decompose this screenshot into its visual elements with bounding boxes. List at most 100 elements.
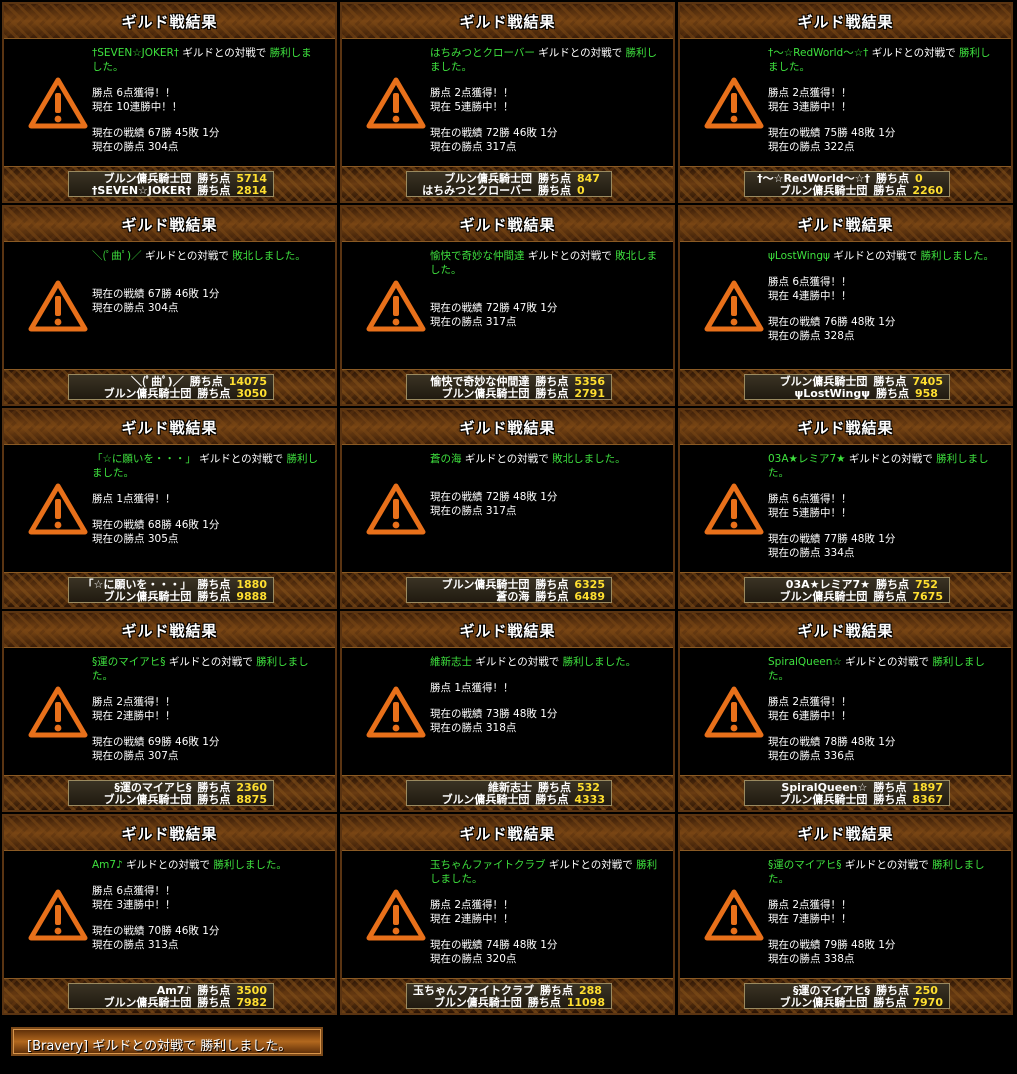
guild-name: ブルン傭兵騎士団 <box>779 590 868 603</box>
panel-header: ギルド戦結果 <box>4 816 335 851</box>
win-streak: 現在 2連勝中！！ <box>430 913 514 925</box>
opponent-guild-name: はちみつとクローバー <box>430 47 535 59</box>
warning-icon <box>704 686 764 738</box>
score-value: 9888 <box>236 590 267 603</box>
score-row-2: ブルン傭兵騎士団 勝ち点 7675 <box>751 591 943 603</box>
panel-footer: ブルン傭兵騎士団 勝ち点 847 はちみつとクローバー 勝ち点 0 <box>342 166 673 201</box>
score-row-2: ψLostWingψ 勝ち点 958 <box>751 388 943 400</box>
result-message: §運のマイアヒ§ ギルドとの対戦で 勝利しました。 勝点 2点獲得！！ 現在 7… <box>768 858 998 966</box>
result-panel-8: ギルド戦結果 蒼の海 ギルドとの対戦で 敗北しました。 現在の戦績 72勝 48… <box>340 408 675 609</box>
guild-name: 蒼の海 <box>496 590 530 603</box>
opponent-guild-name: §運のマイアヒ§ <box>768 859 842 871</box>
panel-title: ギルド戦結果 <box>797 419 894 437</box>
score-box: ＼(ﾟ曲ﾟ)／ 勝ち点 14075 ブルン傭兵騎士団 勝ち点 3050 <box>68 374 274 400</box>
points-gained: 勝点 2点獲得！！ <box>430 899 514 911</box>
result-suffix: ギルドとの対戦で <box>524 250 616 262</box>
guild-war-results-grid: ギルド戦結果 †SEVEN☆JOKER† ギルドとの対戦で 勝利しました。 勝点… <box>0 0 1017 1017</box>
warning-icon <box>28 280 88 332</box>
score-box: ブルン傭兵騎士団 勝ち点 847 はちみつとクローバー 勝ち点 0 <box>406 171 612 197</box>
panel-footer: 維新志士 勝ち点 532 ブルン傭兵騎士団 勝ち点 4333 <box>342 775 673 810</box>
score-value: 958 <box>915 387 938 400</box>
panel-footer: ブルン傭兵騎士団 勝ち点 5714 †SEVEN☆JOKER† 勝ち点 2814 <box>4 166 335 201</box>
panel-header: ギルド戦結果 <box>680 613 1011 648</box>
current-record: 現在の戦績 67勝 46敗 1分 <box>92 288 220 300</box>
win-streak: 現在 4連勝中！！ <box>768 290 852 302</box>
score-row-2: ブルン傭兵騎士団 勝ち点 8367 <box>751 794 943 806</box>
score-label: 勝ち点 <box>535 387 569 400</box>
warning-icon <box>366 686 426 738</box>
result-panel-2: ギルド戦結果 はちみつとクローバー ギルドとの対戦で 勝利しました。 勝点 2点… <box>340 2 675 203</box>
guild-name: ブルン傭兵騎士団 <box>441 387 530 400</box>
score-value: 3050 <box>236 387 267 400</box>
result-line: SpiralQueen☆ ギルドとの対戦で 勝利しました。 <box>768 655 998 683</box>
panel-header: ギルド戦結果 <box>4 207 335 242</box>
current-record: 現在の戦績 78勝 48敗 1分 <box>768 736 896 748</box>
win-streak: 現在 3連勝中！！ <box>92 899 176 911</box>
result-suffix: ギルドとの対戦で <box>165 656 257 668</box>
points-gained: 勝点 2点獲得！！ <box>768 87 852 99</box>
result-line: †SEVEN☆JOKER† ギルドとの対戦で 勝利しました。 <box>92 46 322 74</box>
score-value: 2814 <box>236 184 267 197</box>
score-row-2: ブルン傭兵騎士団 勝ち点 7970 <box>751 997 943 1009</box>
current-points: 現在の勝点 338点 <box>768 953 855 965</box>
score-box: 維新志士 勝ち点 532 ブルン傭兵騎士団 勝ち点 4333 <box>406 780 612 806</box>
panel-title: ギルド戦結果 <box>459 825 556 843</box>
result-suffix: ギルドとの対戦で <box>829 250 921 262</box>
panel-footer: §運のマイアヒ§ 勝ち点 250 ブルン傭兵騎士団 勝ち点 7970 <box>680 978 1011 1013</box>
score-box: 「☆に願いを・・・」 勝ち点 1880 ブルン傭兵騎士団 勝ち点 9888 <box>68 577 274 603</box>
points-gained: 勝点 1点獲得！！ <box>92 493 176 505</box>
points-gained: 勝点 2点獲得！！ <box>430 87 514 99</box>
guild-name: ブルン傭兵騎士団 <box>103 793 192 806</box>
panel-title: ギルド戦結果 <box>459 216 556 234</box>
current-record: 現在の戦績 79勝 48敗 1分 <box>768 939 896 951</box>
panel-title: ギルド戦結果 <box>121 13 218 31</box>
result-message: 玉ちゃんファイトクラブ ギルドとの対戦で 勝利しました。 勝点 2点獲得！！ 現… <box>430 858 660 966</box>
score-row-2: ブルン傭兵騎士団 勝ち点 2791 <box>413 388 605 400</box>
panel-header: ギルド戦結果 <box>4 410 335 445</box>
current-points: 現在の勝点 317点 <box>430 316 517 328</box>
score-value: 11098 <box>566 996 605 1009</box>
current-record: 現在の戦績 72勝 47敗 1分 <box>430 302 558 314</box>
points-gained: 勝点 2点獲得！！ <box>92 696 176 708</box>
score-value: 7675 <box>912 590 943 603</box>
score-row-2: ブルン傭兵騎士団 勝ち点 3050 <box>75 388 267 400</box>
points-gained: 勝点 6点獲得！！ <box>768 276 852 288</box>
result-message: Am7♪ ギルドとの対戦で 勝利しました。 勝点 6点獲得！！ 現在 3連勝中！… <box>92 858 322 952</box>
panel-header: ギルド戦結果 <box>342 410 673 445</box>
score-box: §運のマイアヒ§ 勝ち点 2360 ブルン傭兵騎士団 勝ち点 8875 <box>68 780 274 806</box>
warning-icon <box>28 77 88 129</box>
result-line: §運のマイアヒ§ ギルドとの対戦で 勝利しました。 <box>768 858 998 886</box>
result-panel-15: ギルド戦結果 §運のマイアヒ§ ギルドとの対戦で 勝利しました。 勝点 2点獲得… <box>678 814 1013 1015</box>
score-label: 勝ち点 <box>197 590 231 603</box>
current-record: 現在の戦績 76勝 48敗 1分 <box>768 316 896 328</box>
current-record: 現在の戦績 69勝 46敗 1分 <box>92 736 220 748</box>
warning-icon <box>704 483 764 535</box>
result-message: †SEVEN☆JOKER† ギルドとの対戦で 勝利しました。 勝点 6点獲得！！… <box>92 46 322 154</box>
panel-header: ギルド戦結果 <box>342 816 673 851</box>
guild-name: ブルン傭兵騎士団 <box>103 996 192 1009</box>
current-points: 現在の勝点 320点 <box>430 953 517 965</box>
guild-name: ψLostWingψ <box>794 387 870 400</box>
panel-header: ギルド戦結果 <box>342 613 673 648</box>
score-value: 7982 <box>236 996 267 1009</box>
win-streak: 現在 3連勝中！！ <box>768 101 852 113</box>
score-box: SpiralQueen☆ 勝ち点 1897 ブルン傭兵騎士団 勝ち点 8367 <box>744 780 950 806</box>
result-suffix: ギルドとの対戦で <box>841 656 933 668</box>
panel-footer: ブルン傭兵騎士団 勝ち点 7405 ψLostWingψ 勝ち点 958 <box>680 369 1011 404</box>
current-record: 現在の戦績 74勝 48敗 1分 <box>430 939 558 951</box>
result-message: 蒼の海 ギルドとの対戦で 敗北しました。 現在の戦績 72勝 48敗 1分 現在… <box>430 452 660 518</box>
opponent-guild-name: 蒼の海 <box>430 453 462 465</box>
result-suffix: ギルドとの対戦で <box>868 47 959 59</box>
